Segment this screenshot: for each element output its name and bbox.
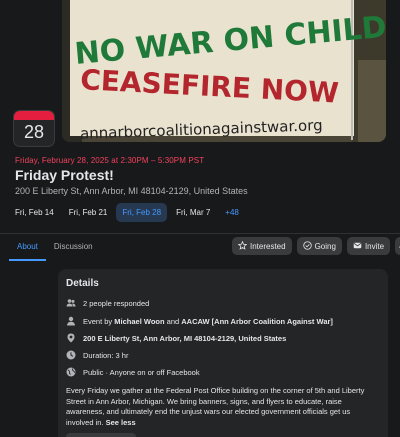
- person-icon: [66, 316, 76, 326]
- calendar-badge-strip: [14, 111, 54, 120]
- more-dates-link[interactable]: +48: [219, 203, 245, 222]
- people-icon: [66, 298, 76, 308]
- invite-button[interactable]: Invite: [346, 237, 391, 255]
- date-option[interactable]: Fri, Feb 21: [63, 203, 114, 222]
- privacy-row: Public · Anyone on or off Facebook: [66, 367, 200, 377]
- location-pin-icon: [66, 333, 76, 343]
- event-tabs: About Discussion: [9, 236, 101, 261]
- privacy-text: Public · Anyone on or off Facebook: [83, 367, 200, 377]
- cover-photo: NO WAR ON CHILDREN CEASEFIRE NOW annarbo…: [62, 0, 386, 142]
- responses-row: 2 people responded: [66, 298, 149, 308]
- going-button[interactable]: Going: [296, 237, 342, 255]
- globe-icon: [66, 367, 76, 377]
- event-description: Every Friday we gather at the Federal Po…: [66, 386, 378, 428]
- duration-row: Duration: 3 hr: [66, 350, 128, 360]
- location-row: 200 E Liberty St, Ann Arbor, MI 48104-21…: [66, 333, 286, 343]
- event-actions: Interested Going Invite: [232, 237, 400, 255]
- tab-discussion[interactable]: Discussion: [46, 236, 101, 261]
- share-button[interactable]: [395, 237, 400, 255]
- host-link-2[interactable]: AACAW [Ann Arbor Coalition Against War]: [181, 317, 333, 326]
- check-circle-icon: [302, 240, 312, 252]
- calendar-badge-day: 28: [23, 122, 45, 142]
- recurring-dates: Fri, Feb 14 Fri, Feb 21 Fri, Feb 28 Fri,…: [9, 203, 245, 222]
- host-prefix: Event by: [83, 316, 115, 326]
- tab-about[interactable]: About: [9, 236, 46, 261]
- date-option[interactable]: Fri, Mar 7: [170, 203, 216, 222]
- interested-button[interactable]: Interested: [232, 237, 292, 255]
- event-title: Friday Protest!: [15, 167, 114, 183]
- duration-text: Duration: 3 hr: [83, 350, 129, 360]
- event-datetime: Friday, February 28, 2025 at 2:30PM – 5:…: [15, 156, 205, 165]
- invite-label: Invite: [364, 241, 385, 251]
- responses-text: 2 people responded: [83, 298, 150, 308]
- host-link-1[interactable]: Michael Woon: [114, 317, 164, 326]
- see-less-link[interactable]: See less: [106, 418, 136, 427]
- header-divider: [0, 233, 400, 234]
- card-bottom-button[interactable]: [66, 433, 136, 437]
- host-row: Event by Michael Woon and AACAW [Ann Arb…: [66, 316, 333, 326]
- star-icon: [237, 240, 248, 252]
- interested-label: Interested: [250, 241, 286, 251]
- host-text: Event by Michael Woon and AACAW [Ann Arb…: [83, 317, 333, 326]
- going-label: Going: [314, 241, 336, 251]
- host-and: and: [164, 316, 182, 326]
- details-card: Details 2 people responded Event by Mich…: [58, 269, 388, 437]
- details-heading: Details: [66, 278, 99, 289]
- location-link[interactable]: 200 E Liberty St, Ann Arbor, MI 48104-21…: [83, 334, 286, 343]
- envelope-icon: [353, 241, 362, 252]
- date-option[interactable]: Fri, Feb 14: [9, 203, 60, 222]
- event-address: 200 E Liberty St, Ann Arbor, MI 48104-21…: [15, 186, 248, 196]
- date-option-selected[interactable]: Fri, Feb 28: [116, 203, 168, 222]
- calendar-date-badge: 28: [14, 111, 54, 146]
- clock-icon: [66, 350, 76, 360]
